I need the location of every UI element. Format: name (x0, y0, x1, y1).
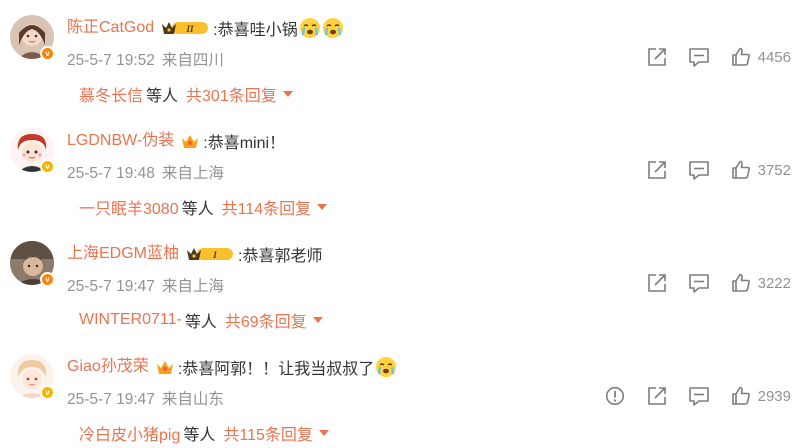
comment-actions: 2939 (584, 383, 791, 409)
reply-count[interactable]: 共115条回复 (223, 421, 313, 445)
timestamp: 25-5-7 19:52 (67, 52, 155, 69)
reply-mid-text: 等人 (184, 314, 217, 331)
share-icon[interactable] (646, 46, 668, 68)
reply-user[interactable]: 冷白皮小猪pig (79, 421, 180, 445)
reply-count[interactable]: 共301条回复 (186, 82, 277, 106)
timestamp: 25-5-7 19:47 (67, 278, 155, 295)
username[interactable]: Giao孙茂荣 (67, 356, 149, 378)
reply-user[interactable]: 一只眠羊3080 (79, 195, 179, 219)
verified-badge-icon: v (40, 385, 55, 400)
fan-badge-icon (155, 358, 175, 376)
verified-badge-icon: v (40, 272, 55, 287)
location: 来自四川 (161, 52, 224, 69)
location: 来自山东 (161, 391, 224, 408)
timestamp: 25-5-7 19:47 (67, 391, 155, 408)
comment-meta: 25-5-7 19:48 来自上海 (67, 161, 224, 183)
like-count: 4456 (757, 48, 791, 66)
cry-emoji-icon (375, 356, 397, 378)
level-text: I (212, 250, 217, 260)
caret-down-icon[interactable] (282, 91, 293, 97)
location: 来自上海 (161, 278, 224, 295)
share-icon[interactable] (646, 159, 668, 181)
replies-summary[interactable]: 慕冬长信 等人 共301条回复 (79, 82, 293, 106)
replies-summary[interactable]: 冷白皮小猪pig 等人 共115条回复 (79, 421, 329, 445)
fan-badge-icon (180, 132, 200, 150)
replies-summary[interactable]: WINTER0711- 等人 共69条回复 (79, 308, 323, 332)
level-text: II (186, 24, 195, 34)
share-icon[interactable] (646, 272, 668, 294)
caret-down-icon[interactable] (318, 430, 329, 436)
like-count: 2939 (757, 387, 791, 405)
cry-emoji-icon (322, 17, 344, 39)
reply-user[interactable]: WINTER0711- (79, 311, 182, 329)
reply-count[interactable]: 共114条回复 (222, 195, 312, 219)
comment-text: :恭喜mini！ (203, 135, 286, 152)
comment-item: v LGDNBW-伪装 :恭喜mini！ 25-5-7 19:48 来自上海 37… (0, 113, 809, 226)
reply-user[interactable]: 慕冬长信 (79, 82, 143, 106)
comment-text: :恭喜阿郭！！让我当叔叔了 (177, 361, 375, 378)
share-icon[interactable] (646, 385, 668, 407)
location: 来自上海 (161, 165, 224, 182)
reply-mid-text: 等人 (181, 201, 214, 218)
comment-icon[interactable] (688, 272, 710, 294)
like-count: 3752 (757, 161, 791, 179)
comment-item: v 陈正CatGod II :恭喜哇小锅 25-5-7 19:52 来自四川 44… (0, 0, 809, 113)
reply-mid-text: 等人 (183, 427, 216, 444)
comment-meta: 25-5-7 19:47 来自山东 (67, 387, 224, 409)
comment-text: :恭喜郭老师 (238, 248, 323, 265)
verified-badge-icon: v (40, 159, 55, 174)
caret-down-icon[interactable] (312, 317, 323, 323)
comment-item: v 上海EDGM蓝柚 I :恭喜郭老师 25-5-7 19:47 来自上海 322… (0, 226, 809, 339)
username[interactable]: 上海EDGM蓝柚 (67, 243, 179, 265)
comment-icon[interactable] (688, 159, 710, 181)
comment-icon[interactable] (688, 46, 710, 68)
like-icon[interactable] (730, 46, 752, 68)
reply-mid-text: 等人 (146, 88, 179, 105)
like-icon[interactable] (730, 385, 752, 407)
comment-text: :恭喜哇小锅 (213, 22, 298, 39)
report-icon[interactable] (604, 385, 626, 407)
comment-icon[interactable] (688, 385, 710, 407)
comment-item: v Giao孙茂荣 :恭喜阿郭！！让我当叔叔了 25-5-7 19:47 来自山东… (0, 339, 809, 448)
timestamp: 25-5-7 19:48 (67, 165, 155, 182)
level-crown-badge-icon: II (160, 19, 210, 37)
comment-meta: 25-5-7 19:47 来自上海 (67, 274, 224, 296)
like-icon[interactable] (730, 159, 752, 181)
comment-actions: 3222 (626, 270, 791, 296)
username[interactable]: LGDNBW-伪装 (67, 130, 174, 152)
replies-summary[interactable]: 一只眠羊3080 等人 共114条回复 (79, 195, 328, 219)
level-crown-badge-icon: I (185, 245, 235, 263)
username[interactable]: 陈正CatGod (67, 17, 154, 39)
comment-meta: 25-5-7 19:52 来自四川 (67, 48, 224, 70)
reply-count[interactable]: 共69条回复 (225, 308, 307, 332)
cry-emoji-icon (299, 17, 321, 39)
comment-actions: 4456 (626, 44, 791, 70)
like-count: 3222 (757, 274, 791, 292)
verified-badge-icon: v (40, 46, 55, 61)
caret-down-icon[interactable] (317, 204, 328, 210)
comment-actions: 3752 (626, 157, 791, 183)
like-icon[interactable] (730, 272, 752, 294)
